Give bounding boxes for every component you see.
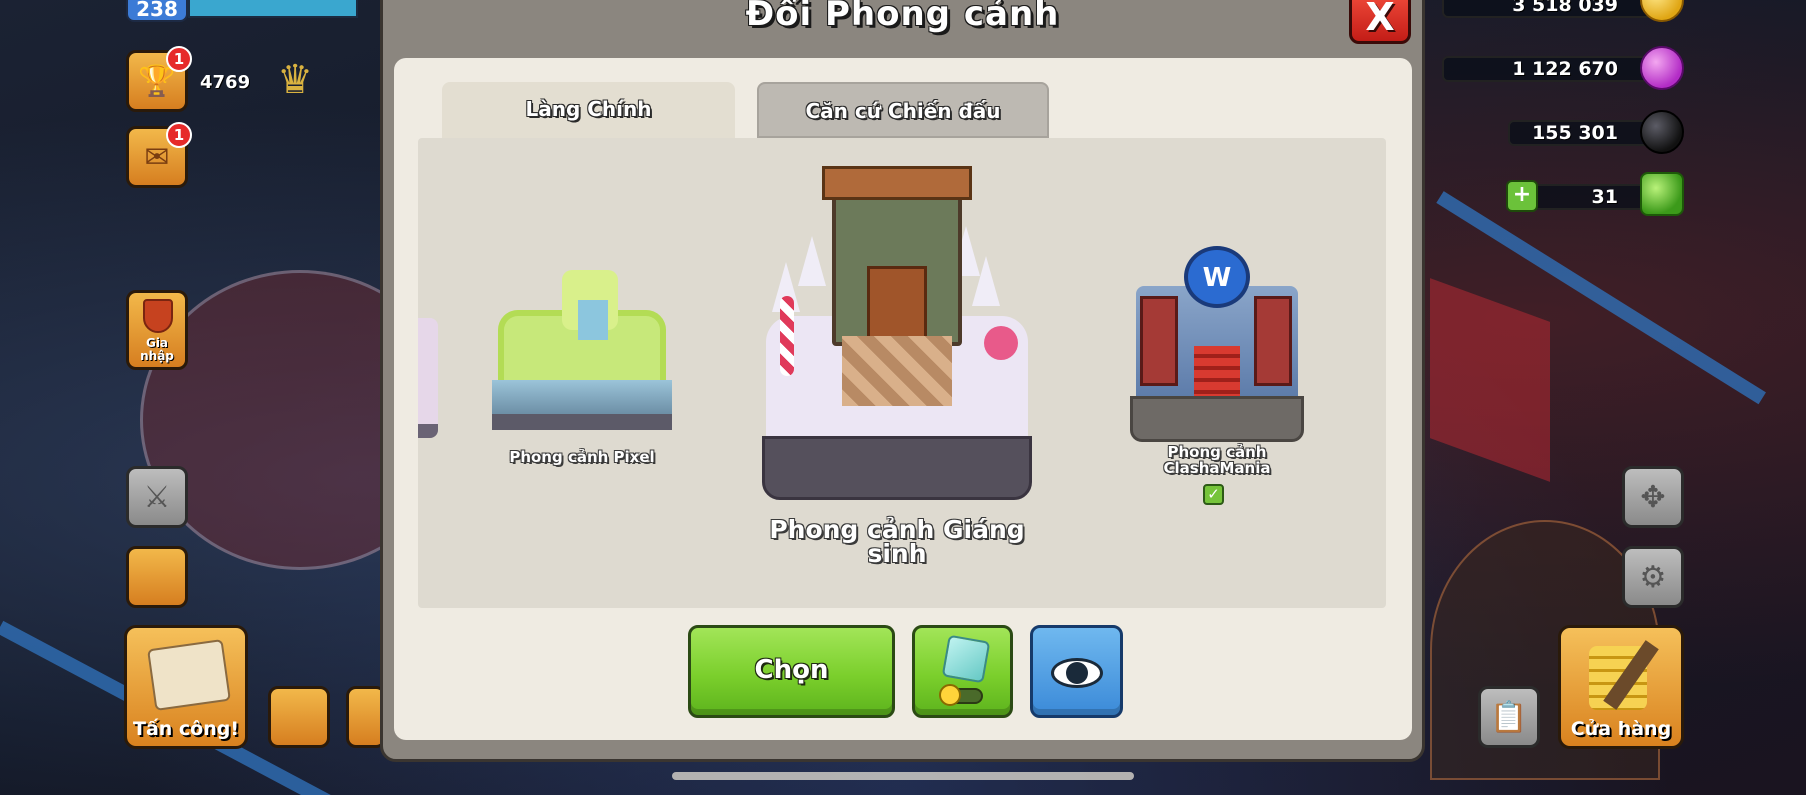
scenery-item-clashamania[interactable]: W Phong cảnh ClashaMania	[1130, 246, 1304, 506]
pixel-waterfall-decor	[578, 300, 608, 340]
dark-elixir-icon	[1640, 110, 1684, 154]
home-indicator[interactable]	[672, 772, 1134, 780]
gear-icon: ⚙	[1639, 559, 1667, 595]
preview-button[interactable]	[1030, 625, 1123, 718]
battle-log-button[interactable]: ⚔	[126, 466, 188, 528]
eye-pupil	[1066, 662, 1088, 684]
select-button[interactable]: Chọn	[688, 625, 895, 718]
clan-button[interactable]: Gia nhập	[126, 290, 188, 370]
xp-bar	[188, 0, 358, 18]
tab-main-village[interactable]: Làng Chính	[442, 82, 735, 138]
mail-icon: ✉	[144, 139, 170, 175]
red-tile-right	[1430, 278, 1550, 482]
pixel-base	[492, 380, 672, 430]
lollipop-decor	[984, 326, 1018, 360]
scenery-item-pixel[interactable]: Phong cảnh Pixel	[492, 270, 672, 470]
mail-badge: 1	[166, 122, 192, 148]
scenery-carousel[interactable]: p Phong cảnh Pixel Phong cảnh Giáng sinh…	[418, 138, 1386, 608]
tab-builder-base[interactable]: Căn cứ Chiến đấu	[757, 82, 1049, 138]
heal-button[interactable]	[268, 686, 330, 748]
scenery-plinth	[1130, 396, 1304, 442]
toggle-knob	[939, 684, 961, 706]
scenery-label: Phong cảnh Pixel	[509, 448, 655, 466]
elixir-icon	[1640, 46, 1684, 90]
scenery-item-partial[interactable]: p	[418, 278, 458, 578]
equipped-check-icon: ✓	[1203, 484, 1224, 505]
christmas-door-decor	[867, 266, 927, 346]
league-icon: ♛	[277, 57, 313, 103]
notes-icon: 📋	[1490, 699, 1528, 735]
scenery-thumbnail	[418, 318, 438, 438]
army-button[interactable]	[126, 546, 188, 608]
cube-icon	[941, 634, 991, 684]
trophy-badge: 1	[166, 46, 192, 72]
shop-label: Cửa hàng	[1570, 718, 1672, 740]
trophy-count: 4769	[200, 72, 251, 93]
move-icon: ✥	[1640, 479, 1666, 515]
attack-button[interactable]: Tấn công!	[124, 625, 248, 749]
modal-title: Đổi Phong cảnh	[745, 0, 1060, 34]
map-icon	[147, 639, 231, 711]
attack-label: Tấn công!	[132, 718, 240, 740]
notes-button[interactable]: 📋	[1478, 686, 1540, 748]
buy-gems-button[interactable]: +	[1506, 180, 1538, 212]
christmas-roof-decor	[822, 166, 972, 200]
wwe-logo-icon: W	[1184, 246, 1250, 308]
settings-button[interactable]: ⚙	[1622, 546, 1684, 608]
checkered-floor-decor	[842, 336, 952, 406]
candy-cane-decor	[780, 296, 794, 376]
crossed-swords-icon: ⚔	[143, 479, 171, 515]
tower-decor	[1254, 296, 1292, 386]
scenery-label: p	[418, 588, 438, 606]
random-scenery-button[interactable]	[912, 625, 1013, 718]
close-button[interactable]: X	[1349, 0, 1411, 44]
scenery-label: Phong cảnh Giáng sinh	[769, 515, 1025, 568]
edit-layout-button[interactable]: ✥	[1622, 466, 1684, 528]
gem-icon	[1640, 172, 1684, 216]
clan-label: Gia nhập	[140, 336, 174, 363]
snow-tree-decor	[798, 236, 826, 286]
scenery-label: Phong cảnh ClashaMania	[1163, 443, 1271, 477]
scenery-item-christmas[interactable]: Phong cảnh Giáng sinh	[762, 166, 1032, 566]
shop-button[interactable]: Cửa hàng	[1558, 625, 1684, 749]
tower-decor	[1140, 296, 1178, 386]
player-level: 238	[126, 0, 188, 22]
scenery-plinth	[762, 436, 1032, 500]
stairs-decor	[1194, 346, 1240, 402]
clan-shield-icon	[143, 299, 173, 333]
